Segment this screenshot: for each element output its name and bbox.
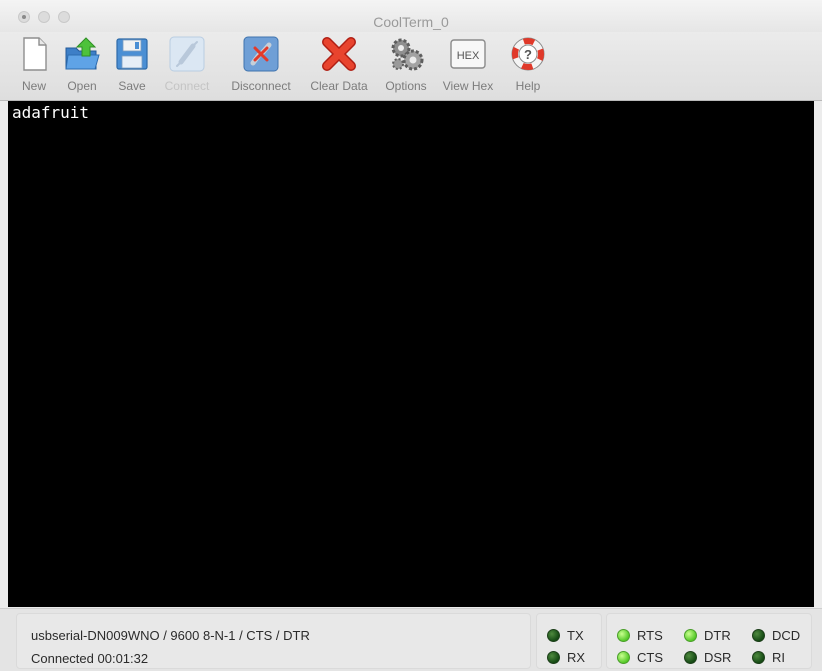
disconnect-button-label: Disconnect bbox=[231, 79, 291, 93]
rts-indicator[interactable]: RTS bbox=[617, 628, 663, 643]
tx-label: TX bbox=[567, 628, 584, 643]
open-button[interactable]: Open bbox=[60, 32, 104, 100]
connect-button[interactable]: Connect bbox=[158, 32, 216, 100]
title-bar[interactable]: CoolTerm_0 bbox=[0, 0, 822, 32]
dcd-indicator: DCD bbox=[752, 628, 800, 643]
coolterm-window: CoolTerm_0 New Open Save Connect Disconn… bbox=[0, 0, 822, 671]
dtr-led-icon bbox=[684, 629, 697, 642]
view-hex-button-label: View Hex bbox=[442, 79, 494, 93]
help-button[interactable]: ? Help bbox=[506, 32, 550, 100]
view-hex-button[interactable]: HEX View Hex bbox=[438, 32, 498, 100]
clear-x-icon bbox=[322, 37, 356, 71]
toolbar: New Open Save Connect Disconnect Clear D… bbox=[0, 32, 822, 101]
save-disk-icon bbox=[116, 38, 148, 70]
new-document-icon bbox=[23, 37, 47, 71]
dsr-indicator: DSR bbox=[684, 650, 731, 665]
new-button[interactable]: New bbox=[12, 32, 56, 100]
cts-led-icon bbox=[617, 651, 630, 664]
connect-plug-icon bbox=[169, 36, 205, 72]
disconnect-button[interactable]: Disconnect bbox=[222, 32, 300, 100]
tx-rx-indicator-panel: TX RX bbox=[536, 613, 602, 669]
hex-icon-text: HEX bbox=[457, 50, 480, 62]
svg-text:?: ? bbox=[524, 47, 532, 62]
line-status-indicator-panel: RTS CTS DTR DSR DCD RI bbox=[606, 613, 812, 669]
hex-icon: HEX bbox=[450, 39, 486, 69]
dtr-indicator[interactable]: DTR bbox=[684, 628, 731, 643]
open-button-label: Open bbox=[67, 79, 97, 93]
status-bar: usbserial-DN009WNO / 9600 8-N-1 / CTS / … bbox=[0, 608, 822, 671]
lifebuoy-help-icon: ? bbox=[511, 37, 545, 71]
terminal-text: adafruit bbox=[12, 103, 90, 122]
gears-icon bbox=[391, 38, 424, 71]
rx-indicator: RX bbox=[547, 650, 585, 665]
open-folder-icon bbox=[65, 37, 100, 70]
rx-label: RX bbox=[567, 650, 586, 665]
tx-indicator: TX bbox=[547, 628, 584, 643]
dsr-led-icon bbox=[684, 651, 697, 664]
connection-info-panel: usbserial-DN009WNO / 9600 8-N-1 / CTS / … bbox=[16, 613, 531, 669]
help-button-label: Help bbox=[515, 79, 541, 93]
dtr-label: DTR bbox=[704, 628, 731, 643]
dsr-label: DSR bbox=[704, 650, 732, 665]
new-button-label: New bbox=[21, 79, 46, 93]
connection-status-text: Connected 00:01:32 bbox=[31, 651, 149, 666]
dcd-label: DCD bbox=[772, 628, 801, 643]
clear-data-button[interactable]: Clear Data bbox=[304, 32, 374, 100]
port-settings-text: usbserial-DN009WNO / 9600 8-N-1 / CTS / … bbox=[31, 628, 310, 643]
terminal-output[interactable]: adafruit bbox=[8, 101, 814, 607]
ri-label: RI bbox=[772, 650, 785, 665]
connect-button-label: Connect bbox=[164, 79, 210, 93]
options-button[interactable]: Options bbox=[378, 32, 434, 100]
save-button[interactable]: Save bbox=[110, 32, 154, 100]
save-button-label: Save bbox=[118, 79, 146, 93]
clear-data-button-label: Clear Data bbox=[310, 79, 368, 93]
rts-led-icon bbox=[617, 629, 630, 642]
cts-label: CTS bbox=[637, 650, 663, 665]
dcd-led-icon bbox=[752, 629, 765, 642]
rx-led-icon bbox=[547, 651, 560, 664]
window-title: CoolTerm_0 bbox=[373, 14, 449, 30]
tx-led-icon bbox=[547, 629, 560, 642]
rts-label: RTS bbox=[637, 628, 663, 643]
ri-indicator: RI bbox=[752, 650, 785, 665]
cts-indicator: CTS bbox=[617, 650, 663, 665]
ri-led-icon bbox=[752, 651, 765, 664]
disconnect-plug-icon bbox=[243, 36, 279, 72]
options-button-label: Options bbox=[385, 79, 427, 93]
